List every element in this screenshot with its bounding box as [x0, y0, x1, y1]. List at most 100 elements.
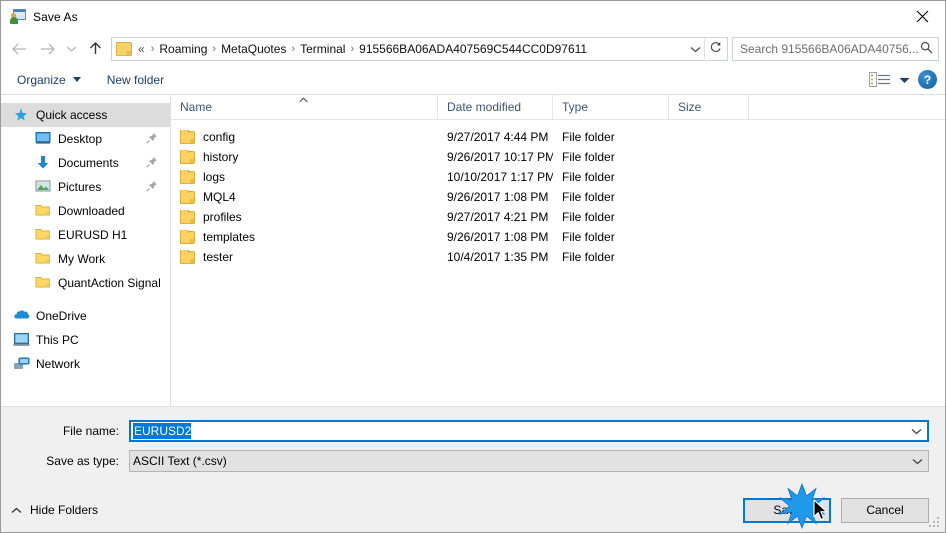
hide-folders-button[interactable]: Hide Folders [11, 503, 98, 517]
hide-folders-label: Hide Folders [30, 503, 99, 517]
folder-icon [35, 251, 52, 267]
column-label: Size [678, 100, 702, 114]
sidebar-item-quick-access[interactable]: Quick access [1, 103, 170, 127]
footer-buttons: Save Cancel [743, 497, 929, 523]
chevron-down-icon[interactable] [686, 42, 704, 56]
column-header-date-modified[interactable]: Date modified [438, 94, 553, 120]
file-name-cell: tester [171, 250, 438, 264]
table-row[interactable]: history 9/26/2017 10:17 PM File folder [171, 147, 945, 167]
date-modified-cell: 9/27/2017 4:21 PM [447, 210, 549, 224]
sidebar-item-network[interactable]: Network [1, 352, 170, 376]
close-icon[interactable] [899, 1, 945, 31]
date-modified-cell: 9/26/2017 1:08 PM [447, 230, 549, 244]
sidebar-item-onedrive[interactable]: OneDrive [1, 304, 170, 328]
save-as-type-label: Save as type: [46, 454, 119, 468]
chevron-down-icon[interactable] [906, 451, 928, 471]
file-list-header: Name Date modified Type Size [171, 94, 945, 120]
breadcrumb-item-terminal[interactable]: Terminal [298, 42, 347, 56]
refresh-icon[interactable] [705, 41, 725, 57]
folder-icon [35, 227, 52, 243]
help-icon[interactable]: ? [918, 70, 937, 89]
date-modified-cell: 10/4/2017 1:35 PM [447, 250, 549, 264]
sidebar-item-my-work[interactable]: My Work [1, 247, 170, 271]
file-name-cell: config [171, 130, 438, 144]
column-header-name[interactable]: Name [171, 94, 438, 120]
file-name-input[interactable]: EURUSD2 [129, 420, 929, 442]
save-button[interactable]: Save [743, 497, 831, 523]
sidebar-item-pictures[interactable]: Pictures [1, 175, 170, 199]
forward-arrow-icon[interactable] [33, 36, 61, 62]
breadcrumb-item-metaquotes[interactable]: MetaQuotes [219, 42, 288, 56]
view-options-icon[interactable] [869, 71, 891, 88]
table-row[interactable]: templates 9/26/2017 1:08 PM File folder [171, 227, 945, 247]
sidebar-item-label: Documents [58, 156, 119, 170]
sidebar-item-label: Downloaded [58, 204, 125, 218]
save-as-type-select[interactable]: ASCII Text (*.csv) [129, 450, 929, 472]
recent-locations-icon[interactable] [61, 36, 81, 62]
folder-icon [180, 170, 195, 184]
sidebar-item-quantaction-signal[interactable]: QuantAction Signal [1, 271, 170, 295]
sidebar-item-label: OneDrive [36, 309, 87, 323]
desktop-icon [35, 131, 52, 147]
folder-icon [180, 130, 195, 144]
file-name-cell: profiles [171, 210, 438, 224]
chevron-up-icon [11, 507, 22, 514]
breadcrumb-item-terminal-id[interactable]: 915566BA06ADA407569C544CC0D97611 [357, 42, 589, 56]
pin-icon[interactable] [146, 156, 158, 168]
address-bar[interactable]: « › Roaming › MetaQuotes › Terminal › 91… [111, 36, 728, 61]
sidebar-item-label: EURUSD H1 [58, 228, 128, 242]
column-header-size[interactable]: Size [669, 94, 749, 120]
save-form: File name: EURUSD2 Save as type: ASCII T… [1, 406, 945, 488]
back-arrow-icon[interactable] [5, 36, 33, 62]
table-row[interactable]: profiles 9/27/2017 4:21 PM File folder [171, 207, 945, 227]
cancel-button[interactable]: Cancel [841, 497, 929, 523]
file-name-label: File name: [62, 424, 119, 438]
pictures-icon [35, 179, 52, 195]
file-name-cell: templates [171, 230, 438, 244]
file-name-cell: logs [171, 170, 438, 184]
sidebar-item-downloaded[interactable]: Downloaded [1, 199, 170, 223]
column-header-type[interactable]: Type [553, 94, 669, 120]
save-as-type-row: Save as type: ASCII Text (*.csv) [17, 450, 929, 472]
table-row[interactable]: tester 10/4/2017 1:35 PM File folder [171, 247, 945, 267]
sidebar-item-eurusd-h1[interactable]: EURUSD H1 [1, 223, 170, 247]
search-input[interactable]: Search 915566BA06ADA40756... [732, 36, 939, 61]
breadcrumb-separator: › [291, 42, 296, 55]
sidebar-item-desktop[interactable]: Desktop [1, 127, 170, 151]
file-name: logs [203, 170, 226, 184]
file-name: templates [203, 230, 256, 244]
save-as-dialog: Save As « › Roaming › MetaQuotes › Termi… [0, 0, 946, 533]
date-modified-cell: 9/26/2017 1:08 PM [447, 190, 549, 204]
table-row[interactable]: MQL4 9/26/2017 1:08 PM File folder [171, 187, 945, 207]
sidebar-item-label: Pictures [58, 180, 102, 194]
breadcrumb-item-roaming[interactable]: Roaming [157, 42, 209, 56]
resize-grip-icon[interactable] [929, 517, 941, 529]
onedrive-cloud-icon [13, 308, 30, 324]
breadcrumb-overflow[interactable]: « [136, 42, 148, 56]
navigation-bar: « › Roaming › MetaQuotes › Terminal › 91… [1, 32, 945, 65]
sidebar-item-documents[interactable]: Documents [1, 151, 170, 175]
date-modified-cell: 9/27/2017 4:44 PM [447, 130, 549, 144]
new-folder-button[interactable]: New folder [105, 70, 166, 90]
sidebar-item-this-pc[interactable]: This PC [1, 328, 170, 352]
file-name-cell: history [171, 150, 438, 164]
pin-icon[interactable] [146, 180, 158, 192]
view-dropdown-caret-icon[interactable] [899, 73, 910, 87]
sidebar-item-label: Quick access [36, 108, 108, 122]
window-title: Save As [33, 9, 78, 24]
navigation-sidebar: Quick access Desktop Documents Pictures … [1, 95, 171, 406]
chevron-down-icon[interactable] [905, 422, 927, 440]
organize-button[interactable]: Organize [15, 70, 83, 90]
type-cell: File folder [562, 210, 615, 224]
table-row[interactable]: config 9/27/2017 4:44 PM File folder [171, 127, 945, 147]
up-arrow-icon[interactable] [81, 36, 109, 62]
chevron-down-icon [72, 77, 81, 82]
pin-icon[interactable] [146, 132, 158, 144]
search-placeholder: Search 915566BA06ADA40756... [740, 41, 919, 56]
folder-icon [180, 230, 195, 244]
breadcrumb-separator: › [212, 42, 217, 55]
search-icon[interactable] [920, 41, 933, 57]
dialog-footer: Hide Folders Save Cancel [1, 488, 945, 532]
table-row[interactable]: logs 10/10/2017 1:17 PM File folder [171, 167, 945, 187]
title-bar: Save As [1, 1, 945, 32]
